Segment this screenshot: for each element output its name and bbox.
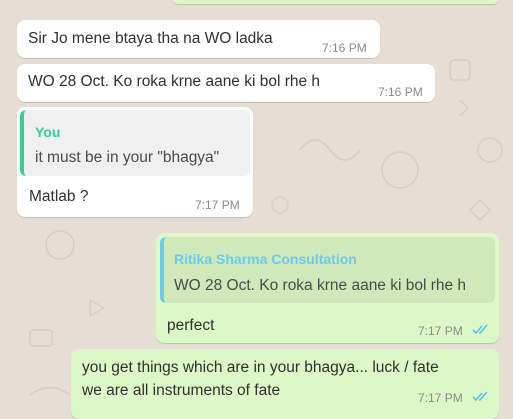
message-timestamp: 7:17 PM — [418, 324, 463, 338]
quoted-author: Ritika Sharma Consultation — [174, 251, 357, 267]
message-timestamp: 7:17 PM — [195, 198, 240, 212]
partial-outgoing-bubble — [172, 0, 499, 4]
message-timestamp: 7:17 PM — [418, 391, 463, 405]
message-text-line-1: you get things which are in your bhagya.… — [82, 359, 439, 376]
outgoing-message-bubble[interactable]: you get things which are in your bhagya.… — [71, 349, 499, 419]
message-timestamp: 7:16 PM — [378, 85, 423, 99]
message-timestamp: 7:16 PM — [322, 41, 367, 55]
message-text: WO 28 Oct. Ko roka krne aane ki bol rhe … — [28, 73, 321, 90]
double-check-read-icon — [472, 324, 488, 335]
outgoing-reply-bubble[interactable]: Ritika Sharma Consultation WO 28 Oct. Ko… — [156, 233, 499, 343]
incoming-message-bubble[interactable]: Sir Jo mene btaya tha na WO ladka 7:16 P… — [17, 20, 380, 58]
message-text-line-2: we are all instruments of fate — [82, 382, 281, 399]
quoted-message[interactable]: You it must be in your "bhagya" — [20, 110, 250, 176]
incoming-reply-bubble[interactable]: You it must be in your "bhagya" Matlab ?… — [17, 107, 253, 217]
incoming-message-bubble[interactable]: WO 28 Oct. Ko roka krne aane ki bol rhe … — [17, 64, 435, 102]
message-text: Sir Jo mene btaya tha na WO ladka — [28, 30, 273, 47]
quoted-message[interactable]: Ritika Sharma Consultation WO 28 Oct. Ko… — [160, 237, 495, 303]
quoted-text: it must be in your "bhagya" — [35, 149, 220, 166]
quoted-author: You — [35, 124, 61, 140]
message-text: perfect — [167, 317, 215, 334]
message-text: Matlab ? — [29, 188, 89, 205]
quoted-text: WO 28 Oct. Ko roka krne aane ki bol rhe … — [174, 277, 467, 294]
double-check-read-icon — [472, 391, 488, 402]
